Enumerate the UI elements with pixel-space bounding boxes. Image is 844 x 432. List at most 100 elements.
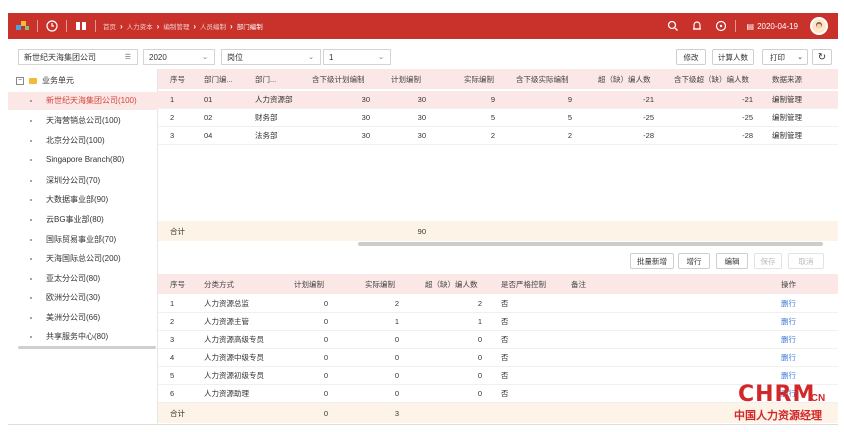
tree-item[interactable]: 共享服务中心(80) [30, 331, 108, 342]
tree-item[interactable]: 美洲分公司(66) [30, 312, 100, 323]
breadcrumb-item[interactable]: 人力资本 [127, 21, 153, 31]
table-cell: 1 [170, 299, 175, 308]
table-row[interactable]: 1 人力资源总监 0 2 2 否 删行 [158, 295, 838, 313]
tree-item-label: 深圳分公司(70) [46, 176, 101, 185]
position-select[interactable]: 岗位 ⌄ [221, 49, 321, 65]
column-header[interactable]: 含下级计划编制 [312, 69, 365, 89]
column-header[interactable]: 序号 [170, 274, 185, 294]
total-label: 合计 [170, 226, 185, 236]
delete-row-link[interactable]: 删行 [781, 331, 796, 348]
table-row[interactable]: 4 人力资源中级专员 0 0 0 否 删行 [158, 349, 838, 367]
breadcrumb-item[interactable]: 人员编制 [200, 21, 226, 31]
tree-scrollbar[interactable] [18, 346, 156, 349]
column-header[interactable]: 分类方式 [204, 274, 234, 294]
chevron-right-icon: › [156, 21, 160, 31]
clock-icon[interactable] [45, 19, 59, 33]
table-cell: 9 [490, 95, 495, 104]
tree-item[interactable]: 云BG事业部(80) [30, 214, 104, 225]
save-button[interactable]: 保存 [754, 253, 782, 269]
breadcrumb-item[interactable]: 编制管理 [163, 21, 189, 31]
tree-item[interactable]: 北京分公司(100) [30, 135, 105, 146]
table-cell: 否 [501, 335, 509, 344]
table-cell: 4 [170, 353, 175, 362]
refresh-button[interactable]: ↻ [812, 49, 832, 65]
edit-button[interactable]: 修改 [676, 49, 706, 65]
tree-item[interactable]: 天海营销总公司(100) [30, 115, 121, 126]
tree-item[interactable]: 大数据事业部(90) [30, 194, 108, 205]
table-cell: 2 [567, 131, 572, 140]
table-cell: 0 [477, 389, 482, 398]
tree-item[interactable]: 深圳分公司(70) [30, 175, 101, 186]
cancel-button[interactable]: 取消 [788, 253, 824, 269]
chrm-logo-subtitle: 中国人力资源经理 [734, 409, 822, 422]
table-cell: 人力资源部 [255, 95, 293, 104]
target-icon[interactable] [714, 19, 728, 33]
table-cell: 0 [477, 335, 482, 344]
divider [8, 424, 838, 425]
chrm-logo-suffix: .CN [808, 393, 826, 404]
tree-item[interactable]: Singapore Branch(80) [30, 155, 124, 164]
tree-item[interactable]: 欧洲分公司(30) [30, 292, 100, 303]
delete-row-link[interactable]: 删行 [781, 349, 796, 366]
column-header[interactable]: 超（缺）编人数 [598, 69, 651, 89]
table-row[interactable]: 3 人力资源高级专员 0 0 0 否 删行 [158, 331, 838, 349]
column-header[interactable]: 是否严格控制 [501, 274, 546, 294]
column-header[interactable]: 含下级实际编制 [516, 69, 569, 89]
table-cell: 3 [170, 335, 175, 344]
horizontal-scrollbar[interactable] [358, 242, 823, 246]
tree-root[interactable]: − 业务单元 [16, 75, 74, 86]
table-cell: -28 [742, 131, 753, 140]
total-plan: 90 [417, 226, 426, 236]
app-logo-icon[interactable] [16, 20, 30, 32]
edit-detail-button[interactable]: 编辑 [716, 253, 748, 269]
table-cell: 5 [490, 113, 495, 122]
add-row-button[interactable]: 增行 [678, 253, 710, 269]
table-cell: 否 [501, 353, 509, 362]
column-header[interactable]: 超（缺）编人数 [425, 274, 478, 294]
table-cell: 1 [394, 317, 399, 326]
column-header[interactable]: 计划编制 [294, 274, 324, 294]
company-selector-value: 新世纪天海集团公司 [24, 52, 96, 62]
column-header[interactable]: 部门... [255, 69, 276, 89]
column-header[interactable]: 序号 [170, 69, 185, 89]
table-total-row: 合计 90 [158, 221, 838, 241]
table-cell: 2 [170, 113, 175, 122]
table-row[interactable]: 1 01 人力资源部 30 30 9 9 -21 -21 编制管理 [158, 91, 838, 109]
calculate-count-button[interactable]: 计算人数 [712, 49, 754, 65]
table-cell: -28 [643, 131, 654, 140]
table-cell: 0 [394, 389, 399, 398]
column-header[interactable]: 数据来源 [772, 69, 802, 89]
print-button[interactable]: 打印 ⌄ [762, 49, 808, 65]
batch-add-button[interactable]: 批量新增 [630, 253, 674, 269]
book-icon[interactable] [74, 19, 88, 33]
column-header[interactable]: 操作 [781, 274, 796, 294]
delete-row-link[interactable]: 删行 [781, 313, 796, 330]
column-header[interactable]: 部门编... [204, 69, 233, 89]
department-staffing-table: 序号 部门编... 部门... 含下级计划编制 计划编制 实际编制 含下级实际编… [158, 69, 838, 249]
breadcrumb-current: 部门编制 [236, 24, 263, 31]
company-selector[interactable]: 新世纪天海集团公司 ☰ [18, 49, 138, 65]
table-row[interactable]: 3 04 法务部 30 30 2 2 -28 -28 编制管理 [158, 127, 838, 145]
search-icon[interactable] [666, 19, 680, 33]
table-cell: 法务部 [255, 131, 278, 140]
bell-icon[interactable] [690, 19, 704, 33]
column-header[interactable]: 实际编制 [365, 274, 395, 294]
avatar[interactable] [810, 17, 828, 35]
table-cell: 9 [567, 95, 572, 104]
tree-item[interactable]: 新世纪天海集团公司(100) [30, 95, 137, 106]
table-row[interactable]: 2 02 财务部 30 30 5 5 -25 -25 编制管理 [158, 109, 838, 127]
number-select[interactable]: 1 ⌄ [323, 49, 391, 65]
collapse-icon[interactable]: − [16, 76, 24, 85]
delete-row-link[interactable]: 删行 [781, 295, 796, 312]
tree-item[interactable]: 亚太分公司(80) [30, 273, 100, 284]
tree-item[interactable]: 国际贸易事业部(70) [30, 234, 116, 245]
column-header[interactable]: 备注 [571, 274, 586, 294]
tree-item[interactable]: 天海国际总公司(200) [30, 253, 121, 264]
table-cell: 1 [477, 317, 482, 326]
column-header[interactable]: 计划编制 [391, 69, 421, 89]
breadcrumb-home[interactable]: 首页 [103, 21, 116, 31]
column-header[interactable]: 实际编制 [464, 69, 494, 89]
year-select[interactable]: 2020 ⌄ [143, 49, 215, 65]
column-header[interactable]: 含下级超（缺）编人数 [674, 69, 749, 89]
table-row[interactable]: 2 人力资源主管 0 1 1 否 删行 [158, 313, 838, 331]
